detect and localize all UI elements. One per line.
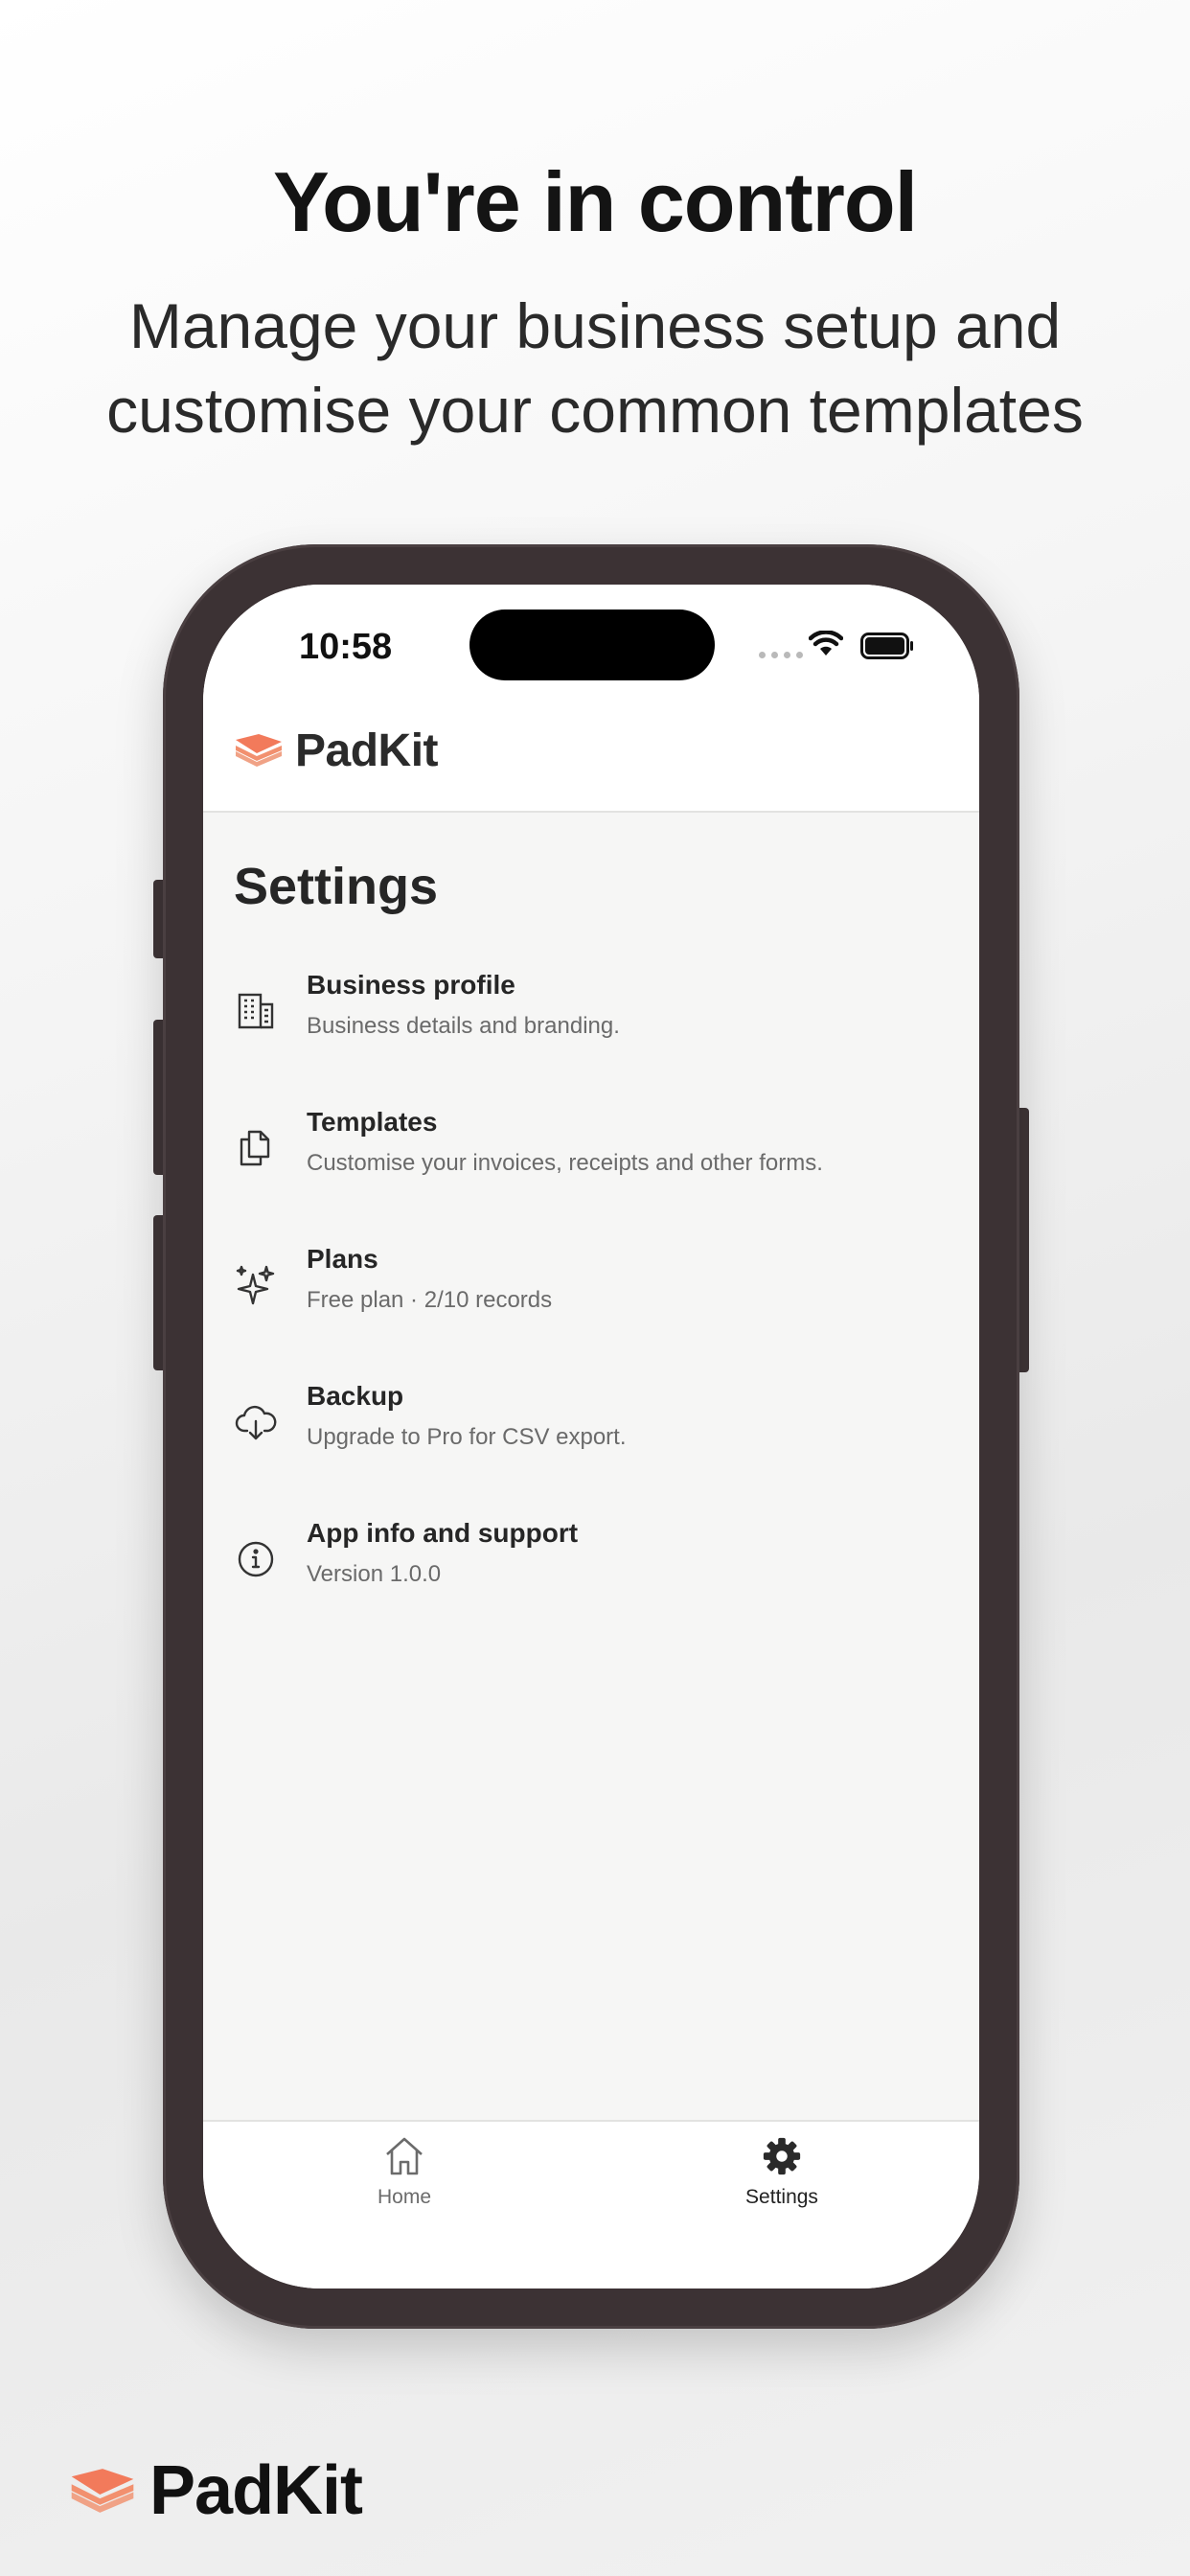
settings-item-title: Templates	[307, 1107, 438, 1137]
page-title: Settings	[234, 858, 439, 915]
hero-title: You're in control	[272, 154, 918, 249]
document-copy-icon	[240, 1130, 270, 1166]
dynamic-island	[469, 610, 715, 680]
settings-item-subtitle: Free plan · 2/10 records	[307, 1287, 553, 1313]
info-icon	[238, 1541, 274, 1577]
settings-item-subtitle: Version 1.0.0	[307, 1561, 442, 1587]
settings-menu: Business profile Business details and br…	[203, 968, 979, 1653]
settings-item-title: App info and support	[307, 1518, 579, 1548]
bottom-tab-bar: Home Settings	[203, 2120, 979, 2288]
settings-item-subtitle: Customise your invoices, receipts and ot…	[307, 1150, 823, 1176]
padkit-logo-icon	[71, 2469, 134, 2513]
settings-item-title: Plans	[307, 1244, 378, 1274]
padkit-logo-icon	[236, 734, 282, 767]
building-icon	[238, 993, 274, 1029]
settings-item-business-profile[interactable]: Business profile Business details and br…	[203, 968, 979, 1105]
settings-item-backup[interactable]: Backup Upgrade to Pro for CSV export.	[203, 1379, 979, 1516]
status-bar: 10:58	[203, 585, 979, 690]
cellular-signal-icon	[759, 652, 803, 658]
cloud-download-icon	[235, 1405, 277, 1440]
hero-subtitle: Manage your business setup and customise…	[106, 290, 1084, 446]
app-header: PadKit	[203, 690, 979, 813]
settings-item-title: Backup	[307, 1381, 404, 1411]
home-icon	[386, 2137, 423, 2175]
settings-item-app-info[interactable]: App info and support Version 1.0.0	[203, 1516, 979, 1653]
gear-icon	[763, 2137, 801, 2175]
settings-item-subtitle: Upgrade to Pro for CSV export.	[307, 1424, 627, 1450]
tab-home[interactable]: Home	[328, 2135, 481, 2209]
settings-item-title: Business profile	[307, 970, 515, 1000]
wifi-icon	[809, 631, 843, 656]
status-time: 10:58	[299, 627, 393, 667]
tab-settings[interactable]: Settings	[705, 2135, 858, 2209]
tab-label: Home	[377, 2186, 432, 2208]
battery-icon	[860, 632, 913, 659]
settings-item-templates[interactable]: Templates Customise your invoices, recei…	[203, 1105, 979, 1242]
phone-screen: 10:58 PadKit Settings Business profile B…	[203, 585, 979, 2288]
footer-brand: PadKit	[69, 2451, 363, 2530]
settings-item-plans[interactable]: Plans Free plan · 2/10 records	[203, 1242, 979, 1379]
settings-item-subtitle: Business details and branding.	[307, 1013, 620, 1039]
app-brand-name: PadKit	[295, 724, 439, 776]
footer-brand-name: PadKit	[149, 2452, 363, 2529]
phone-frame: 10:58 PadKit Settings Business profile B…	[163, 544, 1019, 2329]
tab-label: Settings	[745, 2186, 818, 2208]
sparkles-icon	[236, 1265, 275, 1305]
